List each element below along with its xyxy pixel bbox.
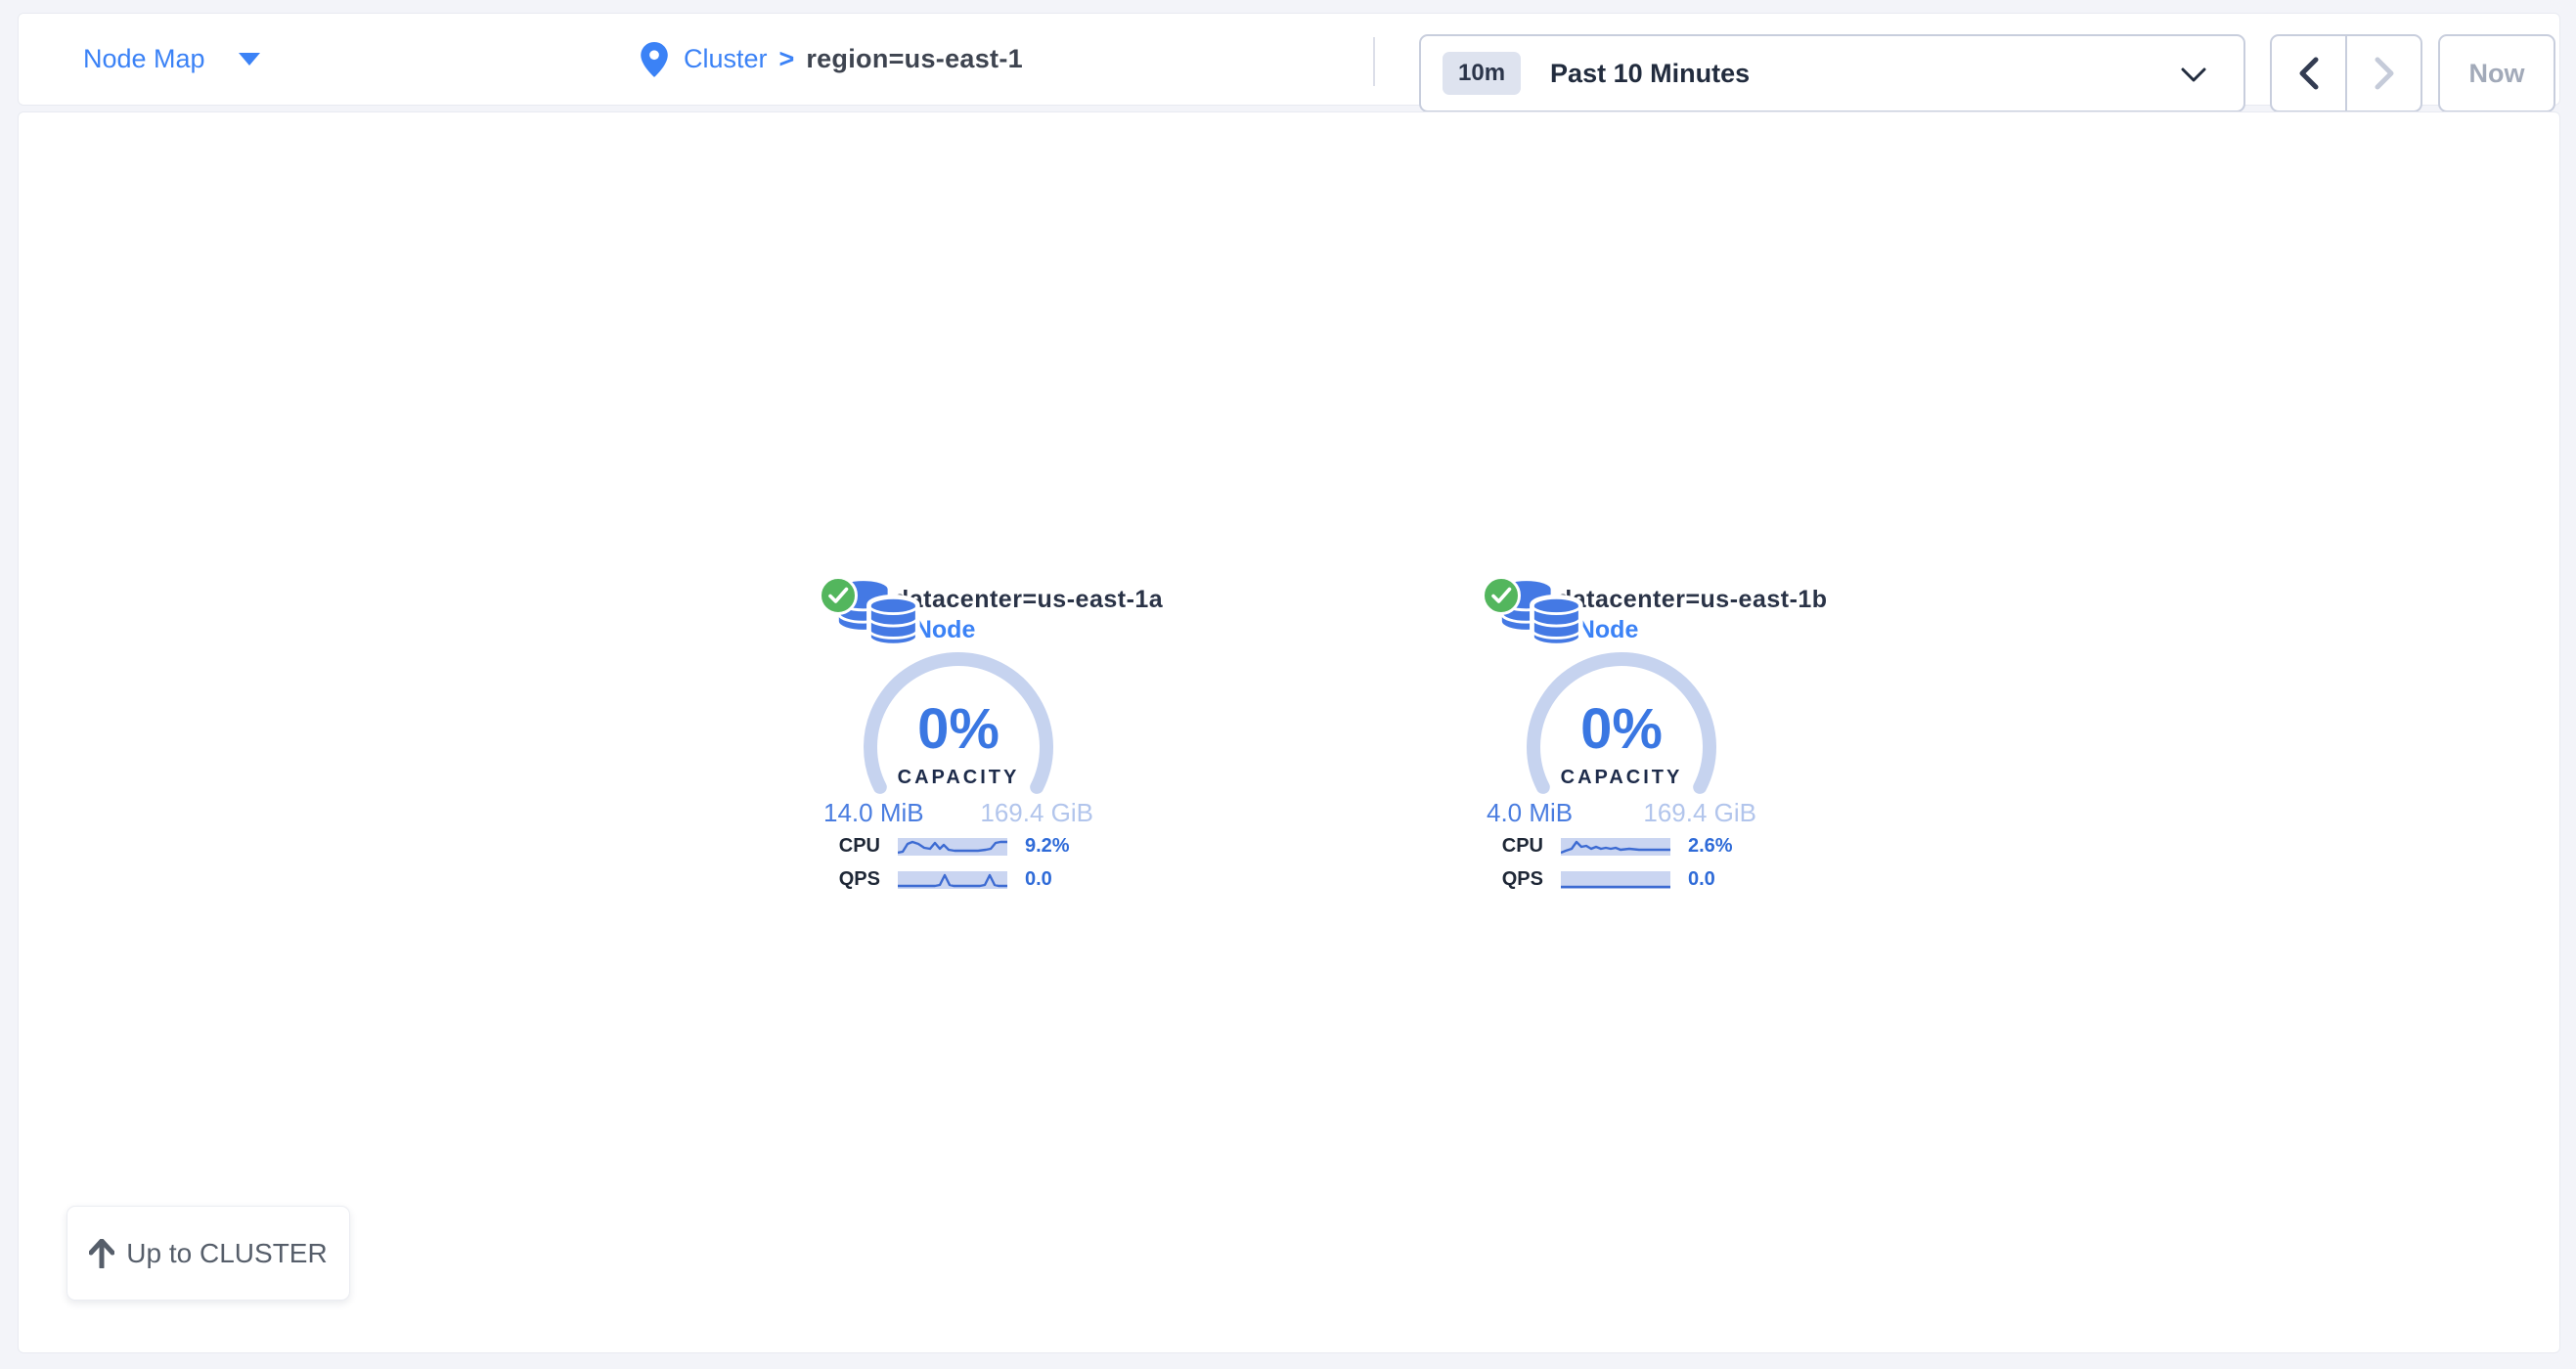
datacenter-card-header: datacenter=us-east-1b 1 Node: [1557, 585, 1828, 645]
time-window-dropdown[interactable]: 10m Past 10 Minutes: [1419, 34, 2245, 112]
arrow-up-icon: [89, 1239, 114, 1268]
breadcrumb-cluster-link[interactable]: Cluster: [684, 44, 768, 74]
capacity-percent: 0%: [1455, 700, 1788, 759]
capacity-used: 14.0 MiB: [823, 798, 924, 828]
cpu-value: 2.6%: [1688, 835, 1762, 858]
header-divider: [1373, 37, 1375, 86]
capacity-values: 4.0 MiB 169.4 GiB: [1487, 798, 1756, 828]
qps-value: 0.0: [1025, 868, 1099, 891]
capacity-label: CAPACITY: [1455, 767, 1788, 789]
datacenter-card-us-east-1a[interactable]: datacenter=us-east-1a 1 Node 0% CAPACITY…: [792, 575, 1125, 907]
cpu-value: 9.2%: [1025, 835, 1099, 858]
breadcrumb-current: region=us-east-1: [806, 44, 1023, 74]
chevron-left-icon: [2298, 57, 2320, 90]
map-canvas: [18, 111, 2560, 1353]
qps-value: 0.0: [1688, 868, 1762, 891]
datacenter-title: datacenter=us-east-1a: [894, 585, 1163, 615]
healthy-check-icon: [818, 575, 859, 616]
healthy-check-icon: [1481, 575, 1522, 616]
datacenter-title: datacenter=us-east-1b: [1557, 585, 1828, 615]
chevron-down-icon: [2181, 67, 2206, 83]
now-button[interactable]: Now: [2438, 34, 2555, 112]
capacity-used: 4.0 MiB: [1487, 798, 1573, 828]
qps-metric-row: QPS 0.0: [1455, 868, 1788, 891]
up-to-cluster-button[interactable]: Up to CLUSTER: [67, 1206, 350, 1301]
node-map-page: Node Map Cluster > region=us-east-1 10m …: [0, 0, 2576, 1369]
time-next-button[interactable]: [2347, 36, 2421, 110]
map-pin-icon: [641, 42, 668, 77]
qps-metric-row: QPS 0.0: [792, 868, 1125, 891]
capacity-total: 169.4 GiB: [980, 798, 1093, 828]
cpu-label: CPU: [818, 835, 880, 858]
cpu-sparkline: [1561, 838, 1670, 856]
capacity-values: 14.0 MiB 169.4 GiB: [823, 798, 1093, 828]
qps-label: QPS: [818, 868, 880, 891]
breadcrumb: Cluster > region=us-east-1: [641, 14, 1023, 105]
cpu-label: CPU: [1481, 835, 1543, 858]
chevron-right-icon: [2374, 57, 2395, 90]
datacenter-card-header: datacenter=us-east-1a 1 Node: [894, 585, 1163, 645]
up-to-cluster-label: Up to CLUSTER: [126, 1238, 327, 1269]
capacity-percent: 0%: [792, 700, 1125, 759]
qps-label: QPS: [1481, 868, 1543, 891]
caret-down-icon: [239, 53, 260, 66]
breadcrumb-separator: >: [779, 44, 795, 74]
cpu-sparkline: [898, 838, 1007, 856]
cpu-metric-row: CPU 9.2%: [792, 835, 1125, 858]
cpu-metric-row: CPU 2.6%: [1455, 835, 1788, 858]
qps-sparkline: [898, 871, 1007, 889]
qps-sparkline: [1561, 871, 1670, 889]
datacenter-card-us-east-1b[interactable]: datacenter=us-east-1b 1 Node 0% CAPACITY…: [1455, 575, 1788, 907]
time-prev-button[interactable]: [2272, 36, 2347, 110]
time-window-label: Past 10 Minutes: [1550, 59, 1750, 89]
capacity-label: CAPACITY: [792, 767, 1125, 789]
header-bar: Node Map Cluster > region=us-east-1 10m …: [18, 13, 2560, 106]
capacity-total: 169.4 GiB: [1643, 798, 1756, 828]
view-selector-label: Node Map: [83, 44, 205, 74]
time-nav-group: [2270, 34, 2422, 112]
datacenter-node-count: 1 Node: [1557, 615, 1828, 645]
datacenter-node-count: 1 Node: [894, 615, 1163, 645]
view-selector[interactable]: Node Map: [83, 14, 260, 105]
time-window-badge: 10m: [1443, 52, 1521, 95]
